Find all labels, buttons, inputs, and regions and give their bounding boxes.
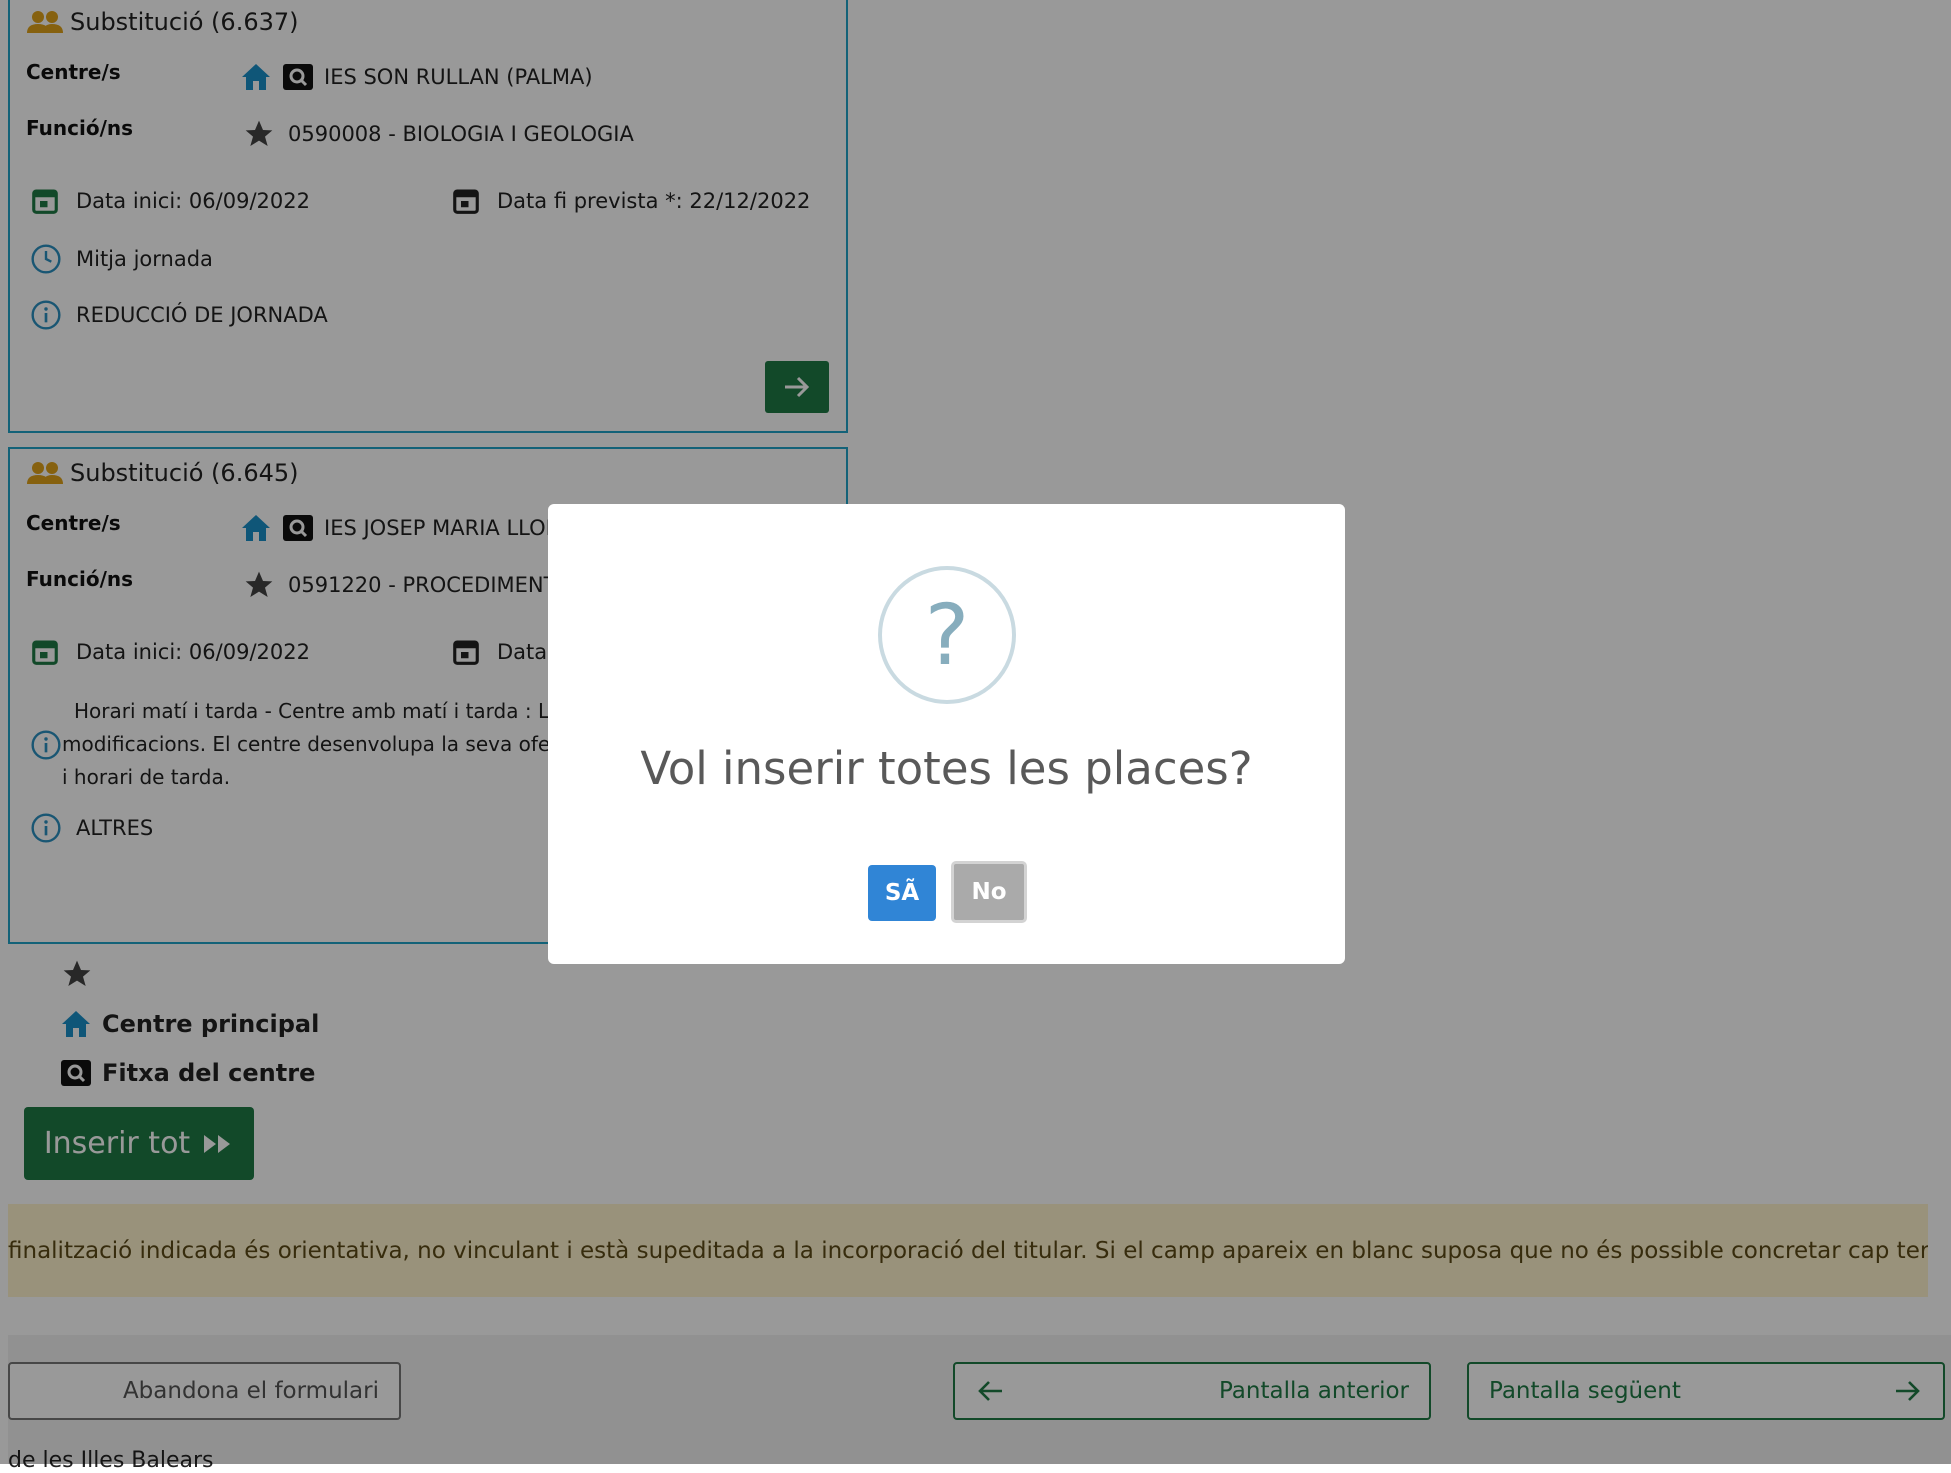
question-mark: ? [924, 586, 970, 684]
confirm-no-button[interactable]: No [951, 861, 1027, 923]
dialog-title: Vol inserir totes les places? [640, 742, 1253, 795]
confirm-dialog: ? Vol inserir totes les places? SÃ No [548, 504, 1345, 964]
page: Substitució (6.637) Centre/s IES SON RUL… [0, 0, 1951, 1473]
confirm-yes-button[interactable]: SÃ [868, 865, 936, 921]
question-icon: ? [878, 566, 1016, 704]
